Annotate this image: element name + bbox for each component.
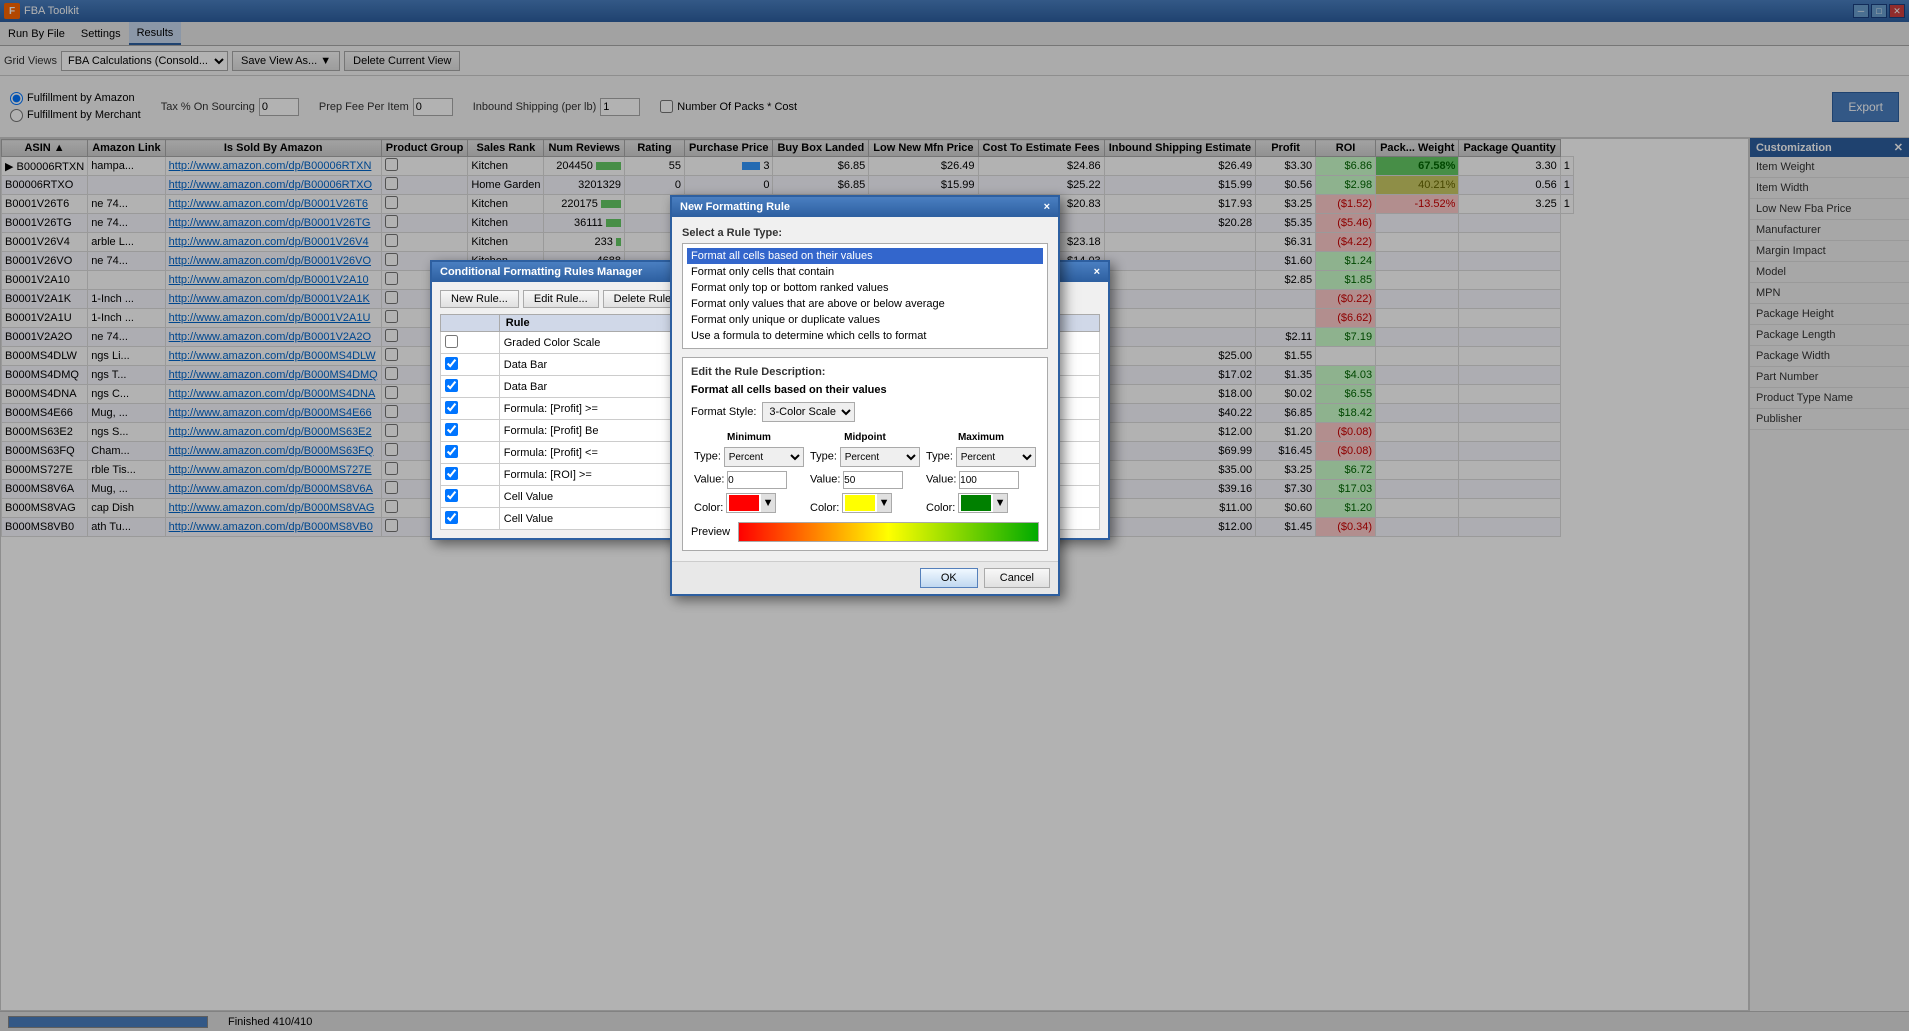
new-rule-button[interactable]: New Rule... (440, 290, 519, 308)
new-formatting-rule-dialog: New Formatting Rule × Select a Rule Type… (670, 195, 1060, 596)
new-rule-dialog-footer: OK Cancel (672, 561, 1058, 594)
min-color-arrow[interactable]: ▼ (761, 494, 775, 512)
cancel-button[interactable]: Cancel (984, 568, 1050, 588)
format-all-cells-label: Format all cells based on their values (691, 384, 1039, 396)
preview-label: Preview (691, 526, 730, 538)
preview-gradient-bar (738, 522, 1039, 542)
preview-row: Preview (691, 522, 1039, 542)
max-color-arrow[interactable]: ▼ (993, 494, 1007, 512)
mid-color-arrow[interactable]: ▼ (877, 494, 891, 512)
new-rule-body: Select a Rule Type: Format all cells bas… (672, 217, 1058, 561)
new-rule-close-icon[interactable]: × (1044, 201, 1050, 213)
rule-type-item-0[interactable]: Format all cells based on their values (687, 248, 1043, 264)
rule-check-2[interactable] (445, 379, 458, 392)
mid-color-picker[interactable]: ▼ (842, 493, 892, 513)
scale-settings-table: Minimum Midpoint Maximum Type: Percent N… (691, 430, 1039, 516)
min-value-input[interactable] (727, 471, 787, 489)
mid-color-swatch (845, 495, 875, 511)
edit-rule-title: Edit the Rule Description: (691, 366, 1039, 378)
rule-check-0[interactable] (445, 335, 458, 348)
value-row: Value: Value: Value: (691, 469, 1039, 491)
rule-type-item-4[interactable]: Format only unique or duplicate values (687, 312, 1043, 328)
max-value-input[interactable] (959, 471, 1019, 489)
color-row: Color: ▼ Color: ▼ (691, 491, 1039, 516)
rule-type-item-5[interactable]: Use a formula to determine which cells t… (687, 328, 1043, 344)
type-row: Type: Percent Number Formula Type: Perce… (691, 445, 1039, 469)
max-col-header: Maximum (923, 430, 1039, 445)
rule-type-item-1[interactable]: Format only cells that contain (687, 264, 1043, 280)
rule-type-item-3[interactable]: Format only values that are above or bel… (687, 296, 1043, 312)
max-color-swatch (961, 495, 991, 511)
mid-value-input[interactable] (843, 471, 903, 489)
rule-check-4[interactable] (445, 423, 458, 436)
rule-check-7[interactable] (445, 489, 458, 502)
format-style-label: Format Style: (691, 406, 756, 418)
rule-check-6[interactable] (445, 467, 458, 480)
select-rule-type-label: Select a Rule Type: (682, 227, 1048, 239)
rule-check-3[interactable] (445, 401, 458, 414)
format-style-row: Format Style: 3-Color Scale 2-Color Scal… (691, 402, 1039, 422)
format-style-select[interactable]: 3-Color Scale 2-Color Scale Data Bar Ico… (762, 402, 855, 422)
rule-type-list: Format all cells based on their values F… (682, 243, 1048, 349)
max-color-picker[interactable]: ▼ (958, 493, 1008, 513)
min-color-swatch (729, 495, 759, 511)
edit-rule-button[interactable]: Edit Rule... (523, 290, 599, 308)
rule-type-item-2[interactable]: Format only top or bottom ranked values (687, 280, 1043, 296)
rule-check-1[interactable] (445, 357, 458, 370)
mid-col-header: Midpoint (807, 430, 923, 445)
edit-rule-section: Edit the Rule Description: Format all ce… (682, 357, 1048, 551)
ok-button[interactable]: OK (920, 568, 978, 588)
rule-check-8[interactable] (445, 511, 458, 524)
min-col-header: Minimum (691, 430, 807, 445)
cf-manager-close-icon[interactable]: × (1094, 266, 1100, 278)
rule-check-5[interactable] (445, 445, 458, 458)
min-type-select[interactable]: Percent Number Formula (724, 447, 804, 467)
mid-type-select[interactable]: Percent Number Formula (840, 447, 920, 467)
new-rule-dialog-title: New Formatting Rule × (672, 197, 1058, 217)
min-color-picker[interactable]: ▼ (726, 493, 776, 513)
max-type-select[interactable]: Percent Number Formula (956, 447, 1036, 467)
rules-col-check (441, 315, 500, 332)
